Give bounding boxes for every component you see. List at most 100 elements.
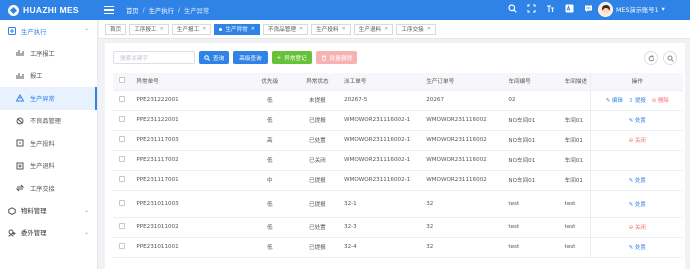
table-row: PPE231011001 低已提报 32-4 32 test test ✎ 处置	[113, 237, 683, 258]
table-header-row: 异常单号 优先级 异常状态 派工单号 生产订单号 车间编号 车间描述 操作	[113, 73, 683, 91]
row-checkbox[interactable]	[113, 190, 132, 218]
cell-workshop-no: test	[503, 190, 560, 218]
cell-actions	[590, 150, 683, 171]
col-header: 优先级	[243, 73, 296, 91]
row-checkbox[interactable]	[113, 90, 132, 111]
cell-order-no: WMOWOR231116002	[421, 170, 504, 191]
cell-status: 未提报	[295, 90, 340, 111]
tab-production-report[interactable]: 生产报工 ✕	[171, 23, 212, 35]
tab-home[interactable]: 首页	[105, 23, 127, 35]
tab-label: 工序报工	[134, 27, 157, 33]
message-icon[interactable]	[584, 4, 593, 13]
cell-status: 已提报	[295, 190, 340, 218]
tab-label: 生产退料	[358, 27, 382, 33]
close-icon[interactable]: ✕	[202, 26, 206, 32]
close-icon[interactable]: ✕	[251, 26, 255, 32]
add-exception-button[interactable]: + 异常登记	[271, 51, 312, 64]
close-icon[interactable]: ✕	[160, 26, 164, 32]
cell-status: 已提报	[295, 110, 340, 131]
fullscreen-icon[interactable]	[527, 4, 536, 13]
cell-workshop-desc: 车间01	[559, 130, 591, 151]
close-icon[interactable]: ✕	[384, 26, 388, 32]
row-checkbox[interactable]	[113, 130, 132, 151]
handle-action-link[interactable]: ✎ 处置	[629, 243, 646, 251]
user-menu[interactable]: MES演示账号1 ▾	[598, 2, 665, 17]
tab-process-report[interactable]: 工序报工 ✕	[129, 23, 169, 35]
close-icon[interactable]: ✕	[299, 26, 303, 32]
edit-action-link[interactable]: ✎ 编辑	[606, 96, 623, 104]
sidebar-group-outsourcing[interactable]: 委外管理 ⌄	[0, 222, 97, 244]
submit-action-link[interactable]: ⇪ 提报	[629, 96, 646, 104]
cell-priority: 低	[243, 237, 296, 258]
table-row: PPE231117002 低已关闭 WMOWOR231116002-1 WMOWOR2…	[113, 150, 683, 171]
advanced-query-button[interactable]: 高级查询	[233, 51, 268, 64]
row-checkbox[interactable]	[113, 237, 132, 258]
tab-label: 工序交接	[401, 27, 424, 33]
table-row: PPE231117003 高已处置 WMOWOR231116002-1 WMOWOR2…	[113, 130, 683, 151]
sidebar-item-production-exception[interactable]: 生产异常	[0, 87, 97, 110]
cell-order-no: 32	[421, 237, 504, 258]
sidebar-item-bad-product[interactable]: 不良品管理	[0, 110, 97, 133]
add-exception-label: 异常登记	[284, 55, 307, 62]
cell-priority: 低	[243, 90, 296, 111]
sidebar-group-production[interactable]: 生产执行 ⌃	[0, 20, 97, 42]
user-name: MES演示账号1	[616, 7, 659, 14]
menu-toggle-icon[interactable]	[104, 6, 114, 14]
cell-order-no: WMOWOR231116002	[421, 110, 504, 131]
search-icon[interactable]	[663, 51, 677, 65]
report-icon	[16, 49, 24, 57]
cell-actions: ✎ 处置	[590, 110, 683, 131]
row-checkbox[interactable]	[113, 110, 132, 131]
sidebar-item-feed[interactable]: 生产投料	[0, 132, 97, 155]
handle-action-link[interactable]: ✎ 处置	[629, 200, 646, 208]
close-icon[interactable]: ✕	[427, 26, 431, 32]
translate-icon[interactable]	[565, 4, 574, 13]
sidebar-item-return[interactable]: 生产退料	[0, 155, 97, 178]
header-icons	[508, 4, 593, 13]
handover-icon	[16, 184, 24, 192]
batch-delete-button[interactable]: 批量删除	[315, 51, 358, 64]
avatar[interactable]	[598, 2, 613, 17]
row-checkbox[interactable]	[113, 217, 132, 238]
cell-priority: 低	[243, 150, 296, 171]
sidebar-item-report[interactable]: 报工	[0, 65, 97, 88]
handle-action-link[interactable]: ✎ 处置	[629, 116, 646, 124]
query-label: 查询	[213, 55, 225, 62]
refresh-icon[interactable]	[644, 51, 658, 65]
tab-return[interactable]: 生产退料 ✕	[353, 23, 394, 35]
tab-bad-product[interactable]: 不良品管理 ✕	[262, 23, 309, 35]
cell-priority: 低	[243, 217, 296, 238]
search-icon[interactable]	[508, 4, 517, 13]
breadcrumb-section[interactable]: 生产执行	[149, 6, 174, 15]
query-button[interactable]: 查询	[199, 51, 230, 64]
sidebar-group-label: 物料管理	[21, 207, 47, 215]
cell-dispatch-no: WMOWOR231116002-1	[339, 170, 422, 191]
sidebar-group-material[interactable]: 物料管理 ⌄	[0, 200, 97, 222]
row-checkbox[interactable]	[113, 170, 132, 191]
close-action-link[interactable]: ⊖ 关闭	[629, 136, 646, 144]
tab-handover[interactable]: 工序交接 ✕	[396, 23, 436, 35]
cell-dispatch-no: WMOWOR231116002-1	[339, 130, 422, 151]
delete-action-link[interactable]: ⊘ 删除	[652, 96, 669, 104]
close-icon[interactable]: ✕	[342, 26, 346, 32]
font-size-icon[interactable]	[546, 4, 555, 13]
close-action-link[interactable]: ⊖ 关闭	[629, 223, 646, 231]
table-row: PPE231122001 低已提报 WMOWOR231116002-1 WMOWOR2…	[113, 110, 683, 131]
toolbar: 搜索关键字 查询 高级查询 + 异常登记 批量删除	[113, 51, 358, 64]
tab-production-exception[interactable]: 生产异常 ✕	[214, 23, 260, 35]
production-icon	[8, 27, 16, 35]
breadcrumb-separator: /	[177, 6, 181, 14]
handle-action-link[interactable]: ✎ 处置	[629, 176, 646, 184]
action-label: 处置	[634, 201, 646, 208]
cell-priority: 低	[243, 110, 296, 131]
sidebar-item-process-report[interactable]: 工序报工	[0, 42, 97, 65]
breadcrumb-home[interactable]: 首页	[126, 6, 139, 15]
sidebar-item-handover[interactable]: 工序交接	[0, 177, 97, 200]
row-checkbox[interactable]	[113, 150, 132, 171]
action-label: 提报	[634, 98, 646, 104]
action-label: 处置	[634, 118, 646, 124]
search-input[interactable]: 搜索关键字	[113, 51, 195, 64]
select-all-checkbox[interactable]	[113, 73, 132, 91]
tab-feed[interactable]: 生产投料 ✕	[311, 23, 351, 35]
app-logo[interactable]: HUAZHI MES	[0, 0, 98, 20]
